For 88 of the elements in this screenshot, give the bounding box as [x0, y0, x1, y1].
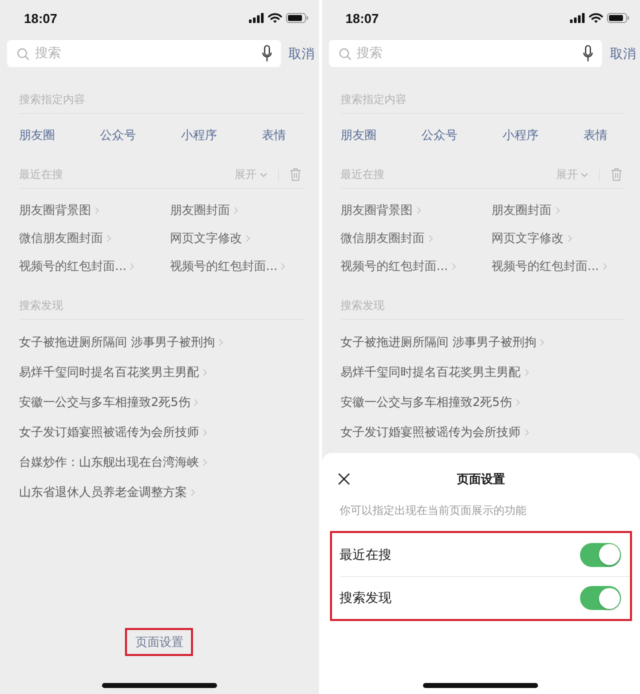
trending-search-item[interactable]: 易烊千玺同时提名百花奖男主男配	[340, 357, 528, 387]
category-link[interactable]: 公众号	[422, 126, 458, 144]
option-label: 最近在搜	[340, 546, 392, 564]
recent-search-item[interactable]: 视频号的红包封面...	[492, 258, 607, 274]
chevron-icon	[203, 458, 207, 466]
recent-search-item[interactable]: 视频号的红包封面...	[340, 258, 456, 274]
chevron-icon	[95, 206, 99, 214]
chevron-icon	[602, 262, 607, 270]
category-link[interactable]: 公众号	[100, 126, 136, 144]
cancel-button[interactable]: 取消	[288, 44, 314, 62]
search-input[interactable]: 搜索	[356, 44, 577, 64]
search-field[interactable]: 搜索	[7, 40, 280, 67]
search-icon	[17, 48, 29, 60]
chevron-icon	[416, 206, 420, 214]
sheet-description: 你可以指定出现在当前页面展示的功能	[338, 502, 528, 518]
chevron-icon	[203, 368, 207, 376]
recent-search-item[interactable]: 网页文字修改	[170, 230, 250, 246]
chevron-icon	[524, 368, 528, 376]
caret-icon	[581, 172, 588, 176]
recent-search-item[interactable]: 朋友圈背景图	[19, 202, 99, 218]
trash-icon[interactable]	[290, 168, 300, 181]
cancel-button[interactable]: 取消	[610, 44, 636, 62]
trending-search-item[interactable]: 台媒炒作：山东舰出现在台湾海峡	[19, 447, 207, 477]
recent-search-item[interactable]: 朋友圈封面	[170, 202, 238, 218]
section-title: 搜索指定内容	[340, 92, 406, 107]
search-field[interactable]: 搜索	[328, 40, 602, 67]
chevron-icon	[234, 206, 238, 214]
section-title: 搜索指定内容	[19, 92, 85, 107]
trending-search-item[interactable]: 安徽一公交与多车相撞致2死5伤	[340, 387, 520, 417]
category-link[interactable]: 表情	[584, 126, 608, 144]
trending-search-item[interactable]: 女子发订婚宴照被谣传为会所技师	[19, 417, 207, 447]
trending-search-item[interactable]: 山东省退休人员养老金调整方案	[19, 477, 195, 507]
signal-icon	[248, 13, 264, 23]
toggle-switch[interactable]	[580, 586, 621, 610]
page-settings-button[interactable]: 页面设置	[125, 628, 194, 656]
wifi-icon	[589, 13, 603, 23]
chevron-icon	[540, 338, 544, 346]
signal-icon	[570, 13, 585, 23]
category-link[interactable]: 朋友圈	[340, 126, 376, 144]
recent-search-item[interactable]: 微信朋友圈封面	[19, 230, 111, 246]
section-title: 最近在搜	[19, 167, 63, 182]
wifi-icon	[268, 13, 282, 23]
trending-search-item[interactable]: 女子被拖进厕所隔间 涉事男子被刑拘	[19, 327, 223, 357]
status-time: 18:07	[346, 10, 379, 26]
trending-search-item[interactable]: 女子发订婚宴照被谣传为会所技师	[340, 417, 528, 447]
section-title: 搜索发现	[19, 298, 63, 313]
caret-icon	[260, 172, 266, 176]
chevron-icon	[428, 234, 432, 242]
sheet-title: 页面设置	[456, 470, 505, 488]
recent-search-item[interactable]: 网页文字修改	[492, 230, 572, 246]
trending-search-item[interactable]: 女子被拖进厕所隔间 涉事男子被刑拘	[340, 327, 544, 357]
chevron-icon	[246, 234, 250, 242]
microphone-icon[interactable]	[262, 45, 272, 62]
status-time: 18:07	[24, 10, 58, 26]
microphone-icon[interactable]	[583, 45, 593, 62]
search-icon	[338, 48, 350, 60]
recent-search-item[interactable]: 微信朋友圈封面	[340, 230, 432, 246]
recent-search-item[interactable]: 朋友圈背景图	[340, 202, 420, 218]
chevron-icon	[107, 234, 111, 242]
close-icon[interactable]	[338, 473, 350, 485]
battery-icon	[607, 13, 629, 23]
toggle-switch[interactable]	[580, 542, 621, 566]
chevron-icon	[568, 234, 572, 242]
search-input[interactable]: 搜索	[35, 44, 256, 64]
recent-search-item[interactable]: 视频号的红包封面...	[170, 258, 286, 274]
category-link[interactable]: 朋友圈	[19, 126, 55, 144]
chevron-icon	[452, 262, 456, 270]
chevron-icon	[524, 428, 528, 436]
category-link[interactable]: 小程序	[502, 126, 538, 144]
chevron-icon	[516, 398, 520, 406]
section-title: 最近在搜	[340, 167, 384, 182]
chevron-icon	[203, 428, 207, 436]
section-title: 搜索发现	[340, 298, 384, 313]
chevron-icon	[191, 488, 195, 496]
category-link[interactable]: 小程序	[181, 126, 217, 144]
option-label: 搜索发现	[340, 590, 392, 607]
trash-icon[interactable]	[611, 168, 622, 181]
recent-search-item[interactable]: 视频号的红包封面...	[19, 258, 134, 274]
recent-search-item[interactable]: 朋友圈封面	[492, 202, 560, 218]
category-link[interactable]: 表情	[262, 126, 286, 144]
chevron-icon	[281, 262, 286, 270]
trending-search-item[interactable]: 易烊千玺同时提名百花奖男主男配	[19, 357, 207, 387]
chevron-icon	[218, 338, 223, 346]
chevron-icon	[130, 262, 134, 270]
chevron-icon	[556, 206, 560, 214]
chevron-icon	[194, 398, 198, 406]
battery-icon	[286, 13, 308, 23]
trending-search-item[interactable]: 安徽一公交与多车相撞致2死5伤	[19, 387, 198, 417]
